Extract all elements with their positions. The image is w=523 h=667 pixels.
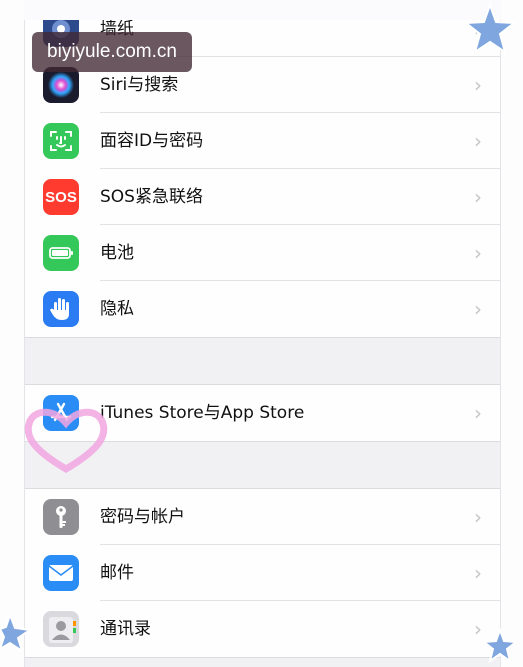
battery-icon bbox=[43, 235, 79, 271]
settings-item-label: 电池 bbox=[100, 243, 134, 263]
chevron-right-icon: › bbox=[474, 129, 482, 153]
settings-item-sos[interactable]: SOS SOS紧急联络 › bbox=[25, 169, 500, 225]
group-spacer bbox=[25, 338, 500, 384]
contacts-icon bbox=[43, 611, 79, 647]
chevron-right-icon: › bbox=[474, 185, 482, 209]
left-frame bbox=[0, 0, 24, 667]
siri-icon bbox=[43, 67, 79, 103]
chevron-right-icon: › bbox=[474, 401, 482, 425]
sos-icon: SOS bbox=[43, 179, 79, 215]
settings-item-label: 面容ID与密码 bbox=[100, 131, 204, 151]
chevron-right-icon: › bbox=[474, 297, 482, 321]
settings-item-label: 邮件 bbox=[100, 563, 134, 583]
face-id-icon bbox=[43, 123, 79, 159]
chevron-right-icon: › bbox=[474, 73, 482, 97]
star-sticker-icon bbox=[0, 613, 33, 653]
watermark: biyiyule.com.cn bbox=[32, 32, 192, 72]
settings-item-label: SOS紧急联络 bbox=[100, 187, 203, 207]
mail-icon bbox=[43, 555, 79, 591]
settings-item-mail[interactable]: 邮件 › bbox=[25, 545, 500, 601]
settings-group-3: 密码与帐户 › 邮件 › 通讯录 › bbox=[25, 488, 500, 658]
key-icon bbox=[43, 499, 79, 535]
chevron-right-icon: › bbox=[474, 241, 482, 265]
star-sticker-icon bbox=[481, 628, 519, 664]
settings-item-battery[interactable]: 电池 › bbox=[25, 225, 500, 281]
settings-item-face-id[interactable]: 面容ID与密码 › bbox=[25, 113, 500, 169]
settings-item-label: 隐私 bbox=[100, 299, 134, 319]
settings-item-label: 通讯录 bbox=[100, 619, 151, 639]
heart-sticker-icon bbox=[24, 408, 108, 474]
privacy-hand-icon bbox=[43, 291, 79, 327]
chevron-right-icon: › bbox=[474, 561, 482, 585]
settings-item-contacts[interactable]: 通讯录 › bbox=[25, 601, 500, 657]
settings-item-label: 密码与帐户 bbox=[100, 507, 185, 527]
settings-item-privacy[interactable]: 隐私 › bbox=[25, 281, 500, 337]
settings-item-passwords[interactable]: 密码与帐户 › bbox=[25, 489, 500, 545]
settings-panel: 墙纸 › Siri与搜索 › bbox=[24, 20, 501, 667]
right-frame bbox=[501, 0, 523, 667]
chevron-right-icon: › bbox=[474, 505, 482, 529]
star-sticker-icon bbox=[463, 2, 517, 55]
sos-icon-text: SOS bbox=[45, 188, 77, 206]
settings-item-label: iTunes Store与App Store bbox=[100, 403, 305, 423]
